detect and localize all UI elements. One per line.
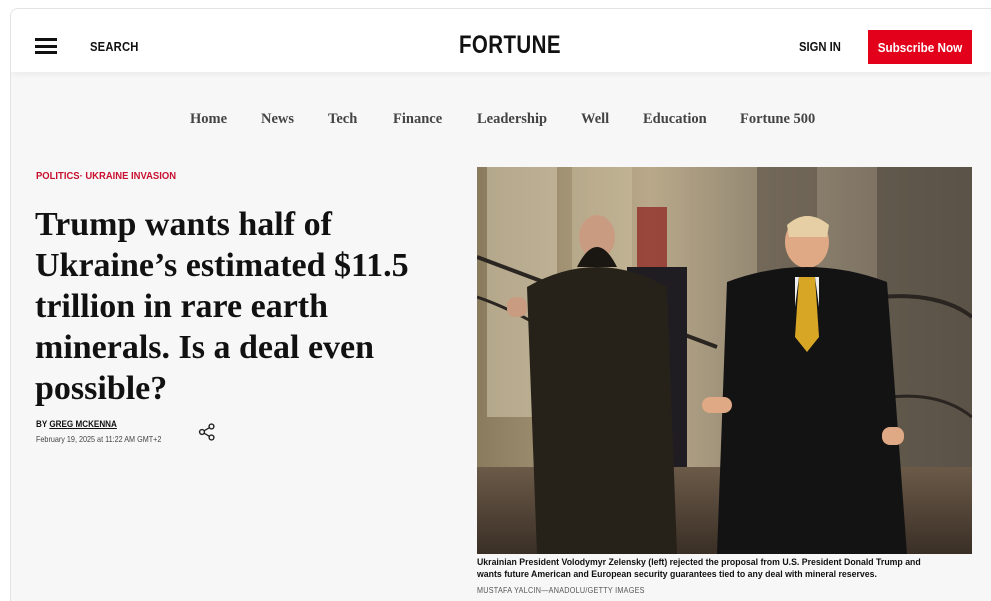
byline-prefix: BY [36, 419, 48, 429]
article-byline: BY GREG MCKENNA [36, 419, 117, 429]
author-link[interactable]: GREG MCKENNA [49, 419, 117, 429]
fortune-logo[interactable]: FORTUNE [459, 31, 561, 60]
sign-in-link[interactable]: SIGN IN [799, 40, 841, 54]
nav-item-education[interactable]: Education [643, 111, 707, 128]
photo-credit: MUSTAFA YALCIN—ANADOLU/GETTY IMAGES [477, 586, 645, 595]
nav-item-finance[interactable]: Finance [393, 111, 442, 128]
subscribe-label: Subscribe Now [877, 39, 963, 55]
nav-item-leadership[interactable]: Leadership [477, 111, 547, 128]
hamburger-menu-icon[interactable] [35, 38, 57, 54]
site-header: SEARCH FORTUNE SIGN IN Subscribe Now [11, 9, 991, 72]
nav-item-well[interactable]: Well [581, 111, 609, 128]
photo-caption: Ukrainian President Volodymyr Zelensky (… [477, 557, 921, 580]
kicker-politics-link[interactable]: POLITICS [36, 170, 80, 182]
article-date: February 19, 2025 at 11:22 AM GMT+2 [36, 434, 162, 444]
main-nav: Home News Tech Finance Leadership Well E… [11, 111, 991, 131]
article-photo [477, 167, 972, 554]
article-kicker: POLITICS· UKRAINE INVASION [36, 170, 176, 182]
browser-viewport: SEARCH FORTUNE SIGN IN Subscribe Now Hom… [10, 8, 991, 601]
article-headline: Trump wants half of Ukraine’s estimated … [35, 206, 409, 407]
nav-item-fortune-500[interactable]: Fortune 500 [740, 111, 815, 128]
kicker-ukraine-invasion-link[interactable]: UKRAINE INVASION [85, 170, 176, 182]
search-link[interactable]: SEARCH [90, 40, 139, 54]
share-icon[interactable] [198, 423, 216, 441]
nav-item-tech[interactable]: Tech [328, 111, 357, 128]
nav-item-home[interactable]: Home [190, 111, 227, 128]
nav-item-news[interactable]: News [261, 111, 294, 128]
kicker-separator: · [79, 170, 83, 182]
subscribe-button[interactable]: Subscribe Now [868, 30, 972, 64]
